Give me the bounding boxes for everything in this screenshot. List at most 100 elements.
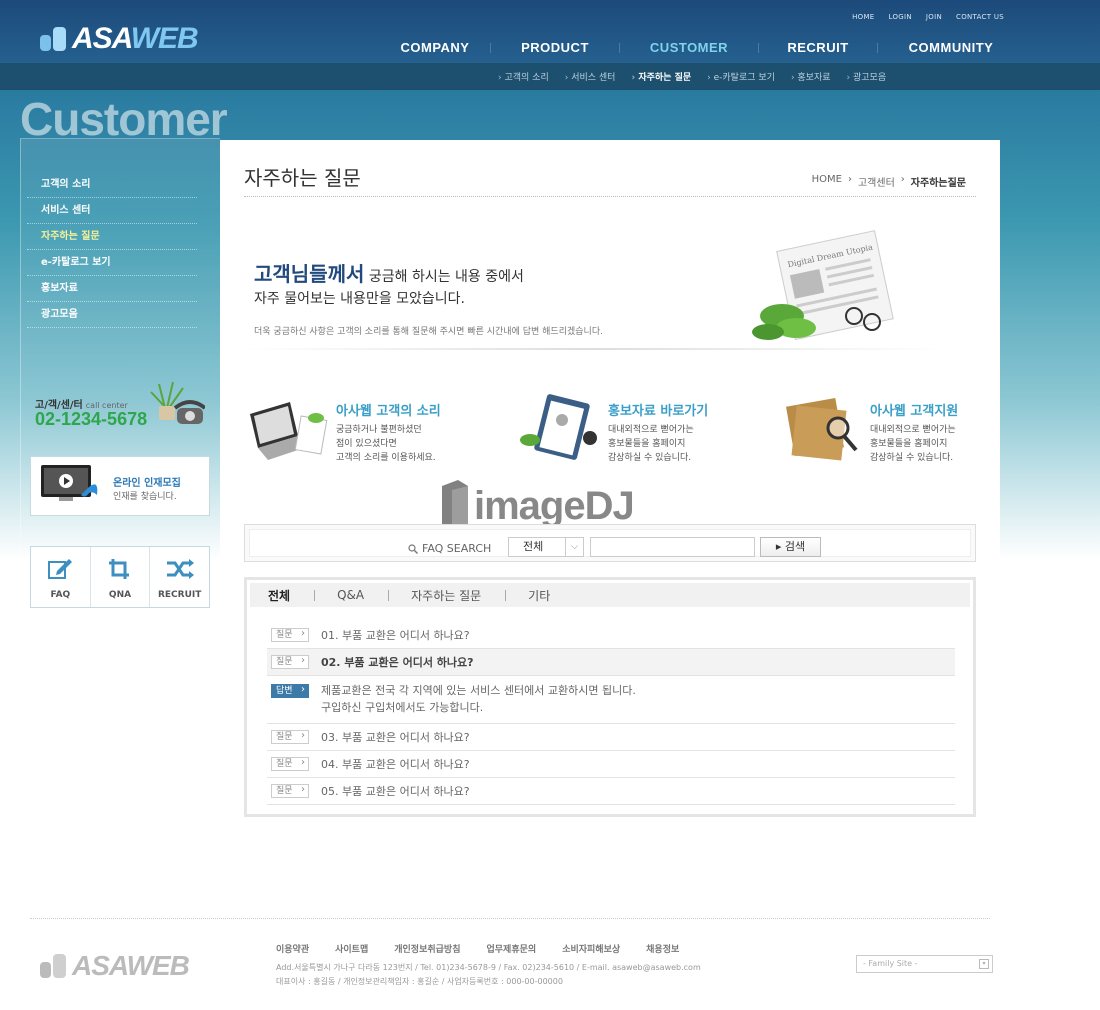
title-divider (244, 196, 976, 197)
search-input[interactable] (590, 537, 755, 557)
question-tag: 질문 (271, 655, 309, 669)
quick-qna-label: QNA (108, 590, 132, 600)
faq-question-row[interactable]: 질문 04. 부품 교환은 어디서 하나요? (267, 751, 955, 778)
intro-bold: 고객님들께서 (254, 262, 365, 286)
crop-icon (109, 559, 129, 579)
tab-divider (388, 589, 390, 601)
service-voice-title: 아사웹 고객의 소리 (336, 404, 441, 419)
quick-faq-label: FAQ (50, 590, 71, 600)
nav-community[interactable]: COMMUNITY (878, 40, 1024, 55)
quick-recruit-button[interactable]: RECRUIT (150, 547, 209, 607)
snb-ads[interactable]: 광고모음 (847, 70, 886, 83)
watermark-text: imageDJ (474, 483, 635, 528)
nav-product[interactable]: PRODUCT (491, 40, 619, 55)
nav-company[interactable]: COMPANY (380, 40, 490, 55)
service-support-desc: 대내외적으로 뻗어가는 홍보물들을 홈페이지 감상하실 수 있습니다. (870, 425, 956, 463)
sidebar-item-catalog[interactable]: e-카탈로그 보기 (27, 250, 197, 276)
footer-privacy-link[interactable]: 개인정보취급방침 (394, 942, 460, 955)
sidebar-item-service-center[interactable]: 서비스 센터 (27, 198, 197, 224)
faq-question-row[interactable]: 질문 03. 부품 교환은 어디서 하나요? (267, 724, 955, 751)
plant-phone-icon (150, 381, 205, 424)
util-contact-link[interactable]: CONTACT US (956, 13, 1004, 21)
sidebar-item-pr[interactable]: 홍보자료 (27, 276, 197, 302)
quick-qna-button[interactable]: QNA (91, 547, 151, 607)
service-voice[interactable]: 아사웹 고객의 소리 궁금하거나 불편하셨던 점이 있으셨다면 고객의 소리를 … (246, 390, 476, 470)
faq-question-text: 01. 부품 교환은 어디서 하나요? (321, 629, 470, 642)
answer-tag: 답변 (271, 684, 309, 698)
search-button-label: 검색 (784, 540, 806, 553)
service-voice-desc: 궁금하거나 불편하셨던 점이 있으셨다면 고객의 소리를 이용하세요. (336, 425, 436, 463)
nav-customer[interactable]: CUSTOMER (620, 40, 758, 55)
tab-etc[interactable]: 기타 (528, 587, 574, 604)
util-home-link[interactable]: HOME (852, 13, 874, 21)
call-center-phone: 02-1234-5678 (35, 409, 148, 429)
utility-links: HOME LOGIN JOIN CONTACT US (852, 13, 1004, 21)
sub-nav: 고객의 소리 서비스 센터 자주하는 질문 e-카탈로그 보기 홍보자료 광고모… (498, 70, 886, 83)
logo-suffix: WEB (130, 22, 199, 55)
faq-question-text: 05. 부품 교환은 어디서 하나요? (321, 785, 470, 798)
intro-line2: 자주 물어보는 내용만을 모았습니다. (254, 291, 465, 307)
service-support[interactable]: 아사웹 고객지원 대내외적으로 뻗어가는 홍보물들을 홈페이지 감상하실 수 있… (780, 390, 1010, 470)
clipboard-icon (520, 394, 597, 460)
family-site-select[interactable]: - Family Site - ▾ (856, 955, 993, 973)
online-recruit-banner[interactable]: 온라인 인재모집 인재를 찾습니다. (30, 456, 210, 516)
intro-note: 더욱 궁금하신 사항은 고객의 소리를 통해 질문해 주시면 빠른 시간내에 답… (254, 327, 603, 337)
faq-question-row[interactable]: 질문 05. 부품 교환은 어디서 하나요? (267, 778, 955, 805)
intro-headline: 고객님들께서 궁금해 하시는 내용 중에서 (254, 258, 524, 287)
footer-terms-link[interactable]: 이용약관 (276, 942, 309, 955)
faq-question-text: 03. 부품 교환은 어디서 하나요? (321, 731, 470, 744)
recruit-title: 온라인 인재모집 (113, 478, 181, 489)
logo-prefix: ASA (72, 22, 132, 55)
logo-text: ASAWEB (72, 22, 199, 56)
breadcrumb-current: 자주하는질문 (910, 178, 966, 189)
question-tag: 질문 (271, 730, 309, 744)
footer-logo-prefix: ASA (72, 950, 128, 981)
tab-qna[interactable]: Q&A (337, 588, 388, 602)
footer-logo-text: ASAWEB (72, 950, 190, 982)
question-tag: 질문 (271, 784, 309, 798)
footer-sitemap-link[interactable]: 사이트맵 (335, 942, 368, 955)
tab-divider (505, 589, 507, 601)
search-category-select[interactable]: 전체 ⌵ (508, 537, 584, 557)
quick-menu: FAQ QNA RECRUIT (30, 546, 210, 608)
faq-question-row-open[interactable]: 질문 02. 부품 교환은 어디서 하나요? (267, 649, 955, 676)
sidebar-item-faq[interactable]: 자주하는 질문 (27, 224, 197, 250)
footer-address-line: Add.서울특별시 가나구 다라동 123번지 / Tel. 01)234-56… (276, 963, 701, 972)
footer-links: 이용약관 사이트맵 개인정보취급방침 업무제휴문의 소비자피해보상 채용정보 (276, 942, 679, 955)
tab-faq[interactable]: 자주하는 질문 (411, 587, 505, 604)
intro-rest: 궁금해 하시는 내용 중에서 (364, 269, 524, 285)
page-title: 자주하는 질문 (244, 166, 361, 190)
site-logo[interactable]: ASAWEB (40, 22, 199, 56)
search-label-text: FAQ SEARCH (422, 542, 492, 555)
nav-recruit[interactable]: RECRUIT (759, 40, 877, 55)
sidebar-item-ads[interactable]: 광고모음 (27, 302, 197, 328)
footer-consumer-link[interactable]: 소비자피해보상 (562, 942, 620, 955)
faq-question-row[interactable]: 질문 01. 부품 교환은 어디서 하나요? (267, 622, 955, 649)
question-tag: 질문 (271, 628, 309, 642)
faq-answer-line: 구입하신 구입처에서도 가능합니다. (321, 701, 484, 714)
service-pr[interactable]: 홍보자료 바로가기 대내외적으로 뻗어가는 홍보물들을 홈페이지 감상하실 수 … (518, 390, 748, 470)
tab-all[interactable]: 전체 (268, 587, 314, 604)
edit-icon (48, 559, 73, 579)
snb-voice[interactable]: 고객의 소리 (498, 70, 548, 83)
util-login-link[interactable]: LOGIN (889, 13, 912, 21)
footer-logo: ASAWEB (40, 950, 190, 982)
footer-jobs-link[interactable]: 채용정보 (646, 942, 679, 955)
search-icon (408, 543, 418, 554)
snb-pr[interactable]: 홍보자료 (791, 70, 830, 83)
breadcrumb-home[interactable]: HOME (812, 174, 842, 189)
laptop-icon (250, 402, 328, 460)
quick-recruit-label: RECRUIT (157, 590, 202, 600)
search-button[interactable]: ▸ 검색 (760, 537, 821, 557)
quick-faq-button[interactable]: FAQ (31, 547, 91, 607)
footer-partnership-link[interactable]: 업무제휴문의 (487, 942, 537, 955)
snb-catalog[interactable]: e-카탈로그 보기 (707, 70, 775, 83)
util-join-link[interactable]: JOIN (926, 13, 942, 21)
snb-faq[interactable]: 자주하는 질문 (631, 70, 691, 83)
sidebar-item-voice[interactable]: 고객의 소리 (27, 172, 197, 198)
chevron-right-icon: › (900, 174, 905, 185)
service-support-title: 아사웹 고객지원 (870, 404, 959, 419)
chevron-down-icon: ⌵ (565, 538, 583, 556)
snb-service-center[interactable]: 서비스 센터 (565, 70, 615, 83)
breadcrumb-customer[interactable]: 고객센터 (858, 174, 895, 189)
